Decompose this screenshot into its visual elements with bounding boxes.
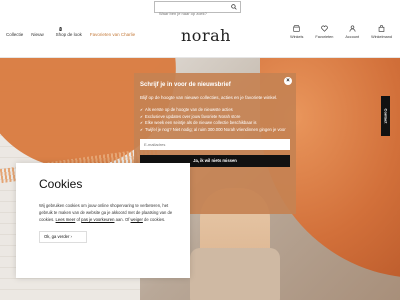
store-icon	[293, 25, 300, 32]
hero-model-dress	[190, 248, 280, 300]
contact-tab[interactable]: Contact	[381, 96, 390, 136]
search-icon[interactable]	[231, 4, 237, 10]
newsletter-title: Schrijf je in voor de nieuwsbrief	[140, 82, 231, 88]
nav-account-label: Account	[345, 35, 360, 39]
nav-winkelmand-label: Winkelmand	[371, 35, 392, 39]
nav-item-favorieten-charlie[interactable]: Favorieten van Charlie	[90, 32, 135, 38]
user-icon	[349, 25, 356, 32]
contact-tab-label: Contact	[383, 108, 388, 124]
email-field[interactable]	[140, 139, 290, 150]
cookie-text: Wij gebruiken cookies om jouw online sho…	[39, 202, 179, 223]
newsletter-subtitle: Blijf op de hoogte van nieuwe collecties…	[140, 95, 278, 100]
new-badge: N	[59, 27, 62, 31]
accept-cookies-button[interactable]: Ok, ga verder ›	[39, 231, 87, 243]
nav-winkels-label: Winkels	[290, 35, 304, 39]
nav-winkels[interactable]: Winkels	[290, 25, 303, 39]
heart-icon	[321, 25, 328, 32]
nav-item-collectie[interactable]: Collectie	[6, 32, 23, 38]
cookie-preferences-link[interactable]: pas je voorkeuren	[81, 217, 114, 222]
nav-item-nieuw[interactable]: Nieuw N	[31, 27, 62, 38]
nav-favorieten[interactable]: Favorieten	[315, 25, 333, 39]
search-bar[interactable]	[154, 1, 241, 19]
close-icon[interactable]: ×	[284, 77, 292, 85]
nav-winkelmand[interactable]: Winkelmand	[371, 25, 392, 39]
shopping-bag-icon	[378, 25, 385, 32]
main-nav: Collectie Nieuw N Shop de look Favoriete…	[6, 27, 135, 38]
chevron-right-icon: ›	[70, 234, 72, 239]
cookie-reject-link[interactable]: weiger	[131, 217, 143, 222]
nav-item-shop-de-look[interactable]: Shop de look	[56, 32, 82, 38]
site-header: Collectie Nieuw N Shop de look Favoriete…	[0, 16, 400, 58]
cookie-banner: Cookies Wij gebruiken cookies om jouw on…	[16, 163, 190, 278]
cookie-text-end: de cookies.	[142, 217, 166, 222]
benefit-item: Twijfel je nog? Niet nodig; al ruim 300.…	[140, 127, 290, 134]
nav-account[interactable]: Account	[345, 25, 359, 39]
utility-nav: Winkels Favorieten Account Winkelmand	[290, 25, 392, 39]
nav-favorieten-label: Favorieten	[315, 35, 334, 39]
accept-cookies-label: Ok, ga verder	[44, 234, 70, 239]
cookie-text-mid: aan. Of	[114, 217, 131, 222]
nav-item-nieuw-label: Nieuw	[31, 32, 44, 37]
cookie-read-more-link[interactable]: Lees meer	[56, 217, 76, 222]
newsletter-benefits: Als eerste op de hoogte van de nieuwste …	[140, 107, 290, 133]
norah-logo[interactable]: norah	[181, 26, 231, 45]
cookie-title: Cookies	[39, 177, 83, 191]
